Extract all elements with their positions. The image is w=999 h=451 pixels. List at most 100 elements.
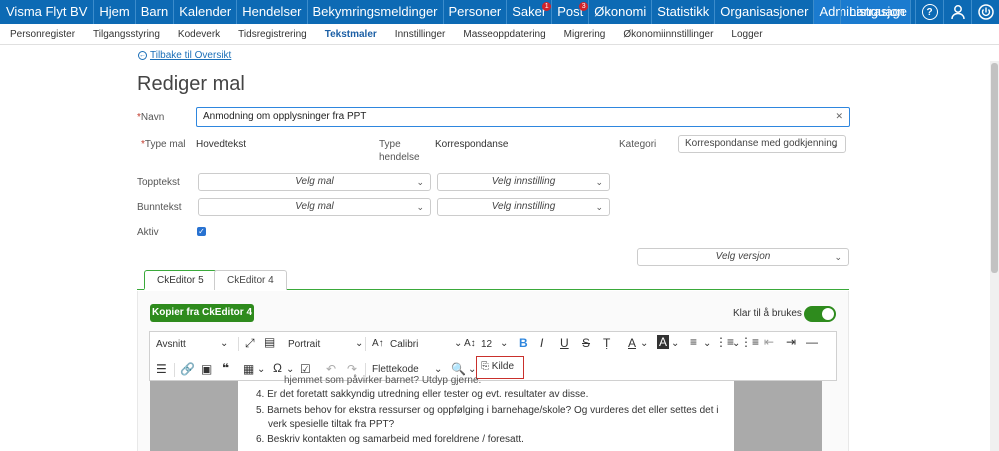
footer-label: Bunntekst	[137, 202, 182, 213]
horizontal-line-icon[interactable]: —	[806, 335, 818, 349]
name-input[interactable]: Anmodning om opplysninger fra PPT ✕	[196, 107, 850, 127]
nav-item-kalender[interactable]: Kalender	[174, 0, 238, 24]
logout-button[interactable]	[971, 0, 999, 24]
nav-item-bekymringsmeldinger[interactable]: Bekymringsmeldinger	[308, 0, 444, 24]
footer-setting-select[interactable]: Velg innstilling ⌄	[437, 198, 610, 216]
footer-template-select[interactable]: Velg mal ⌄	[198, 198, 431, 216]
indent-icon[interactable]: ⇥	[786, 335, 796, 349]
page-orientation-select[interactable]: Portrait	[288, 339, 320, 350]
subnav-item-okonomiinnstillinger[interactable]: Økonomiinnstillinger	[623, 24, 713, 44]
header-template-select[interactable]: Velg mal ⌄	[198, 173, 431, 191]
content-line: 5. Barnets behov for ekstra ressurser og…	[256, 405, 719, 416]
page-scrollbar[interactable]	[990, 61, 999, 451]
chevron-down-icon: ⌄	[500, 338, 509, 349]
language-button[interactable]: Language	[840, 0, 915, 24]
version-select[interactable]: Velg versjon ⌄	[637, 248, 849, 266]
image-icon[interactable]: ▣	[201, 362, 212, 376]
content-line: hjemmet som påvirker barnet? Utdyp gjern…	[284, 375, 482, 386]
italic-icon[interactable]: I	[540, 336, 543, 350]
subnav-item-tilgangsstyring[interactable]: Tilgangsstyring	[93, 24, 160, 44]
chevron-down-icon: ⌄	[257, 364, 266, 375]
subnav-item-logger[interactable]: Logger	[731, 24, 762, 44]
outdent-icon[interactable]: ⇤	[764, 335, 774, 349]
subnav-item-innstillinger[interactable]: Innstillinger	[395, 24, 446, 44]
font-color-icon[interactable]: A	[628, 336, 636, 350]
chevron-down-icon: ⌄	[454, 338, 463, 349]
numbered-list-icon[interactable]: ⋮≡	[740, 335, 759, 349]
chevron-down-icon: ⌄	[595, 202, 603, 212]
source-label: Kilde	[491, 361, 515, 372]
arrow-left-icon: ←	[138, 51, 147, 60]
category-select[interactable]: Korrespondanse med godkjenning ⌄	[678, 135, 846, 153]
scrollbar-thumb[interactable]	[991, 63, 998, 273]
table-icon[interactable]: ▦	[243, 362, 254, 376]
page-icon[interactable]: ▤	[264, 335, 275, 349]
background-color-icon[interactable]: A	[657, 335, 670, 349]
find-replace-icon[interactable]: 🔍	[451, 362, 466, 376]
content-line: verk spesielle tiltak fra PPT?	[268, 419, 395, 430]
subnav-item-migrering[interactable]: Migrering	[564, 24, 606, 44]
blockquote-icon[interactable]: ❝	[222, 361, 229, 375]
active-checkbox[interactable]: ✓	[197, 227, 206, 236]
nav-item-barn[interactable]: Barn	[136, 0, 175, 24]
brand-name[interactable]: Visma Flyt BV	[0, 0, 95, 24]
subnav-item-tekstmaler[interactable]: Tekstmaler	[325, 24, 377, 44]
tab-ckeditor5[interactable]: CkEditor 5	[144, 270, 217, 290]
nav-item-hjem[interactable]: Hjem	[94, 0, 136, 24]
editor-margin-left	[150, 381, 238, 451]
subnav-item-kodeverk[interactable]: Kodeverk	[178, 24, 220, 44]
tab-ckeditor4[interactable]: CkEditor 4	[214, 270, 287, 290]
underline-icon[interactable]: U	[560, 336, 569, 350]
merge-code-value: Flettekode	[372, 364, 419, 375]
editor-content[interactable]: hjemmet som påvirker barnet? Utdyp gjern…	[238, 375, 734, 451]
nav-label: Saker	[512, 4, 547, 19]
remove-format-icon[interactable]: Ṭ	[603, 336, 610, 350]
toolbar-separator	[238, 337, 239, 351]
copy-from-ckeditor4-button[interactable]: Kopier fra CkEditor 4	[150, 304, 254, 322]
nav-item-hendelser[interactable]: Hendelser	[237, 0, 308, 24]
page-break-icon[interactable]: ☰	[156, 362, 167, 376]
header-label: Topptekst	[137, 177, 180, 188]
bold-icon[interactable]: B	[519, 336, 528, 350]
chevron-down-icon: ⌄	[220, 338, 229, 349]
fullscreen-icon[interactable]: ⤢	[245, 336, 255, 351]
clear-icon[interactable]: ✕	[835, 108, 843, 125]
ready-to-use-label: Klar til å brukes	[733, 308, 802, 319]
subnav-item-tidsregistrering[interactable]: Tidsregistrering	[238, 24, 307, 44]
strikethrough-icon[interactable]: S	[582, 336, 590, 350]
nav-item-statistikk[interactable]: Statistikk	[652, 0, 716, 24]
user-button[interactable]	[943, 0, 971, 24]
name-input-value: Anmodning om opplysninger fra PPT	[203, 111, 367, 122]
nav-item-post[interactable]: Post 3	[552, 0, 590, 24]
nav-label: Kalender	[179, 4, 232, 19]
nav-item-organisasjoner[interactable]: Organisasjoner	[715, 0, 815, 24]
select-value: Velg innstilling	[491, 176, 556, 187]
header-setting-select[interactable]: Velg innstilling ⌄	[437, 173, 610, 191]
help-button[interactable]: ?	[915, 0, 943, 24]
special-characters-icon[interactable]: Ω	[273, 361, 282, 375]
font-family-select[interactable]: Calibri	[390, 339, 418, 350]
link-icon[interactable]: 🔗	[180, 362, 195, 376]
power-icon	[977, 4, 994, 20]
subnav-item-personregister[interactable]: Personregister	[10, 24, 75, 44]
chevron-down-icon: ⌄	[831, 139, 839, 149]
category-label: Kategori	[619, 139, 657, 150]
checklist-icon[interactable]: ☑	[300, 362, 311, 376]
back-link[interactable]: ← Tilbake til Oversikt	[138, 50, 231, 61]
merge-code-select[interactable]: Flettekode	[372, 364, 419, 375]
nav-item-personer[interactable]: Personer	[444, 0, 508, 24]
topbar-right: Language ?	[840, 0, 999, 24]
ready-toggle[interactable]	[804, 306, 836, 322]
paragraph-select[interactable]: Avsnitt	[156, 339, 186, 350]
source-button[interactable]: ⎘ Kilde	[476, 356, 524, 379]
nav-item-saker[interactable]: Saker 1	[507, 0, 553, 24]
event-type-value: Korrespondanse	[435, 139, 509, 150]
help-icon: ?	[921, 4, 938, 20]
font-size-select[interactable]: 12	[481, 339, 492, 350]
nav-item-okonomi[interactable]: Økonomi	[589, 0, 653, 24]
subnav-item-masseoppdatering[interactable]: Masseoppdatering	[463, 24, 545, 44]
align-icon[interactable]: ≡	[690, 335, 697, 349]
select-value: Velg innstilling	[491, 201, 556, 212]
redo-icon[interactable]: ↷	[347, 362, 357, 376]
undo-icon[interactable]: ↶	[326, 362, 336, 376]
